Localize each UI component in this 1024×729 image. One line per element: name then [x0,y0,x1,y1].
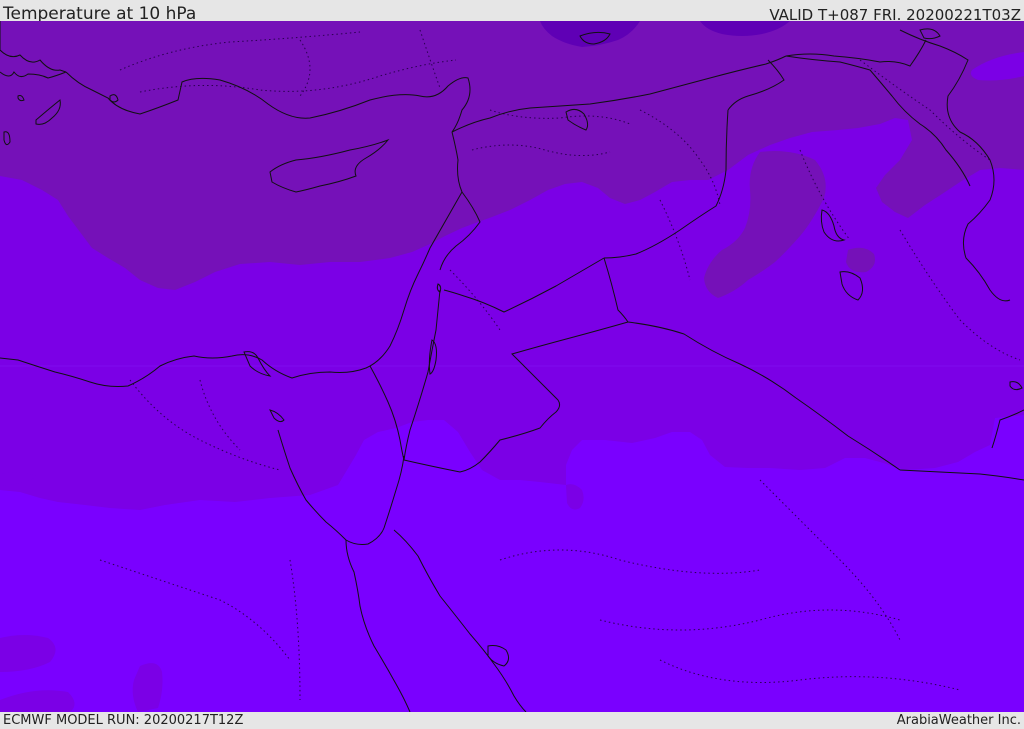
footer-bar: ECMWF MODEL RUN: 20200217T12Z ArabiaWeat… [0,712,1024,729]
map-figure: Temperature at 10 hPa VALID T+087 FRI. 2… [0,0,1024,729]
band-cold-island-2 [846,247,875,273]
map-area [0,21,1024,712]
temperature-bands [0,21,1024,712]
credit-label: ArabiaWeather Inc. [896,713,1021,728]
model-run-label: ECMWF MODEL RUN: 20200217T12Z [3,713,244,728]
header-bar: Temperature at 10 hPa VALID T+087 FRI. 2… [0,0,1024,24]
map-canvas [0,21,1024,712]
